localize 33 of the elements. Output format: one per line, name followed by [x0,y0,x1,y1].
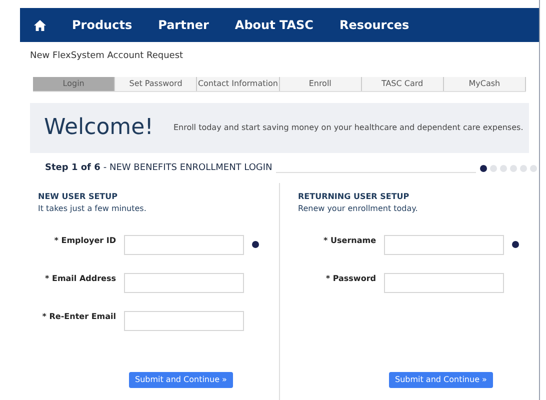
nav-link[interactable]: Resources [340,16,410,34]
nav-link[interactable]: About TASC [234,16,314,34]
step-tab[interactable]: Set Password [115,76,198,90]
info-icon[interactable] [512,241,519,248]
nav-link[interactable]: Products [72,16,132,34]
welcome-heading: Welcome! [44,114,154,142]
section-heading: RETURNING USER SETUP [298,191,410,203]
section-subheading: Renew your enrollment today. [298,203,419,215]
step-tab[interactable]: TASC Card [362,76,444,90]
input-field[interactable] [124,235,244,255]
info-icon[interactable] [252,241,259,248]
input-field[interactable] [124,273,244,293]
step-title: - NEW BENEFITS ENROLLMENT LOGIN [103,162,272,174]
home-icon[interactable] [34,20,46,30]
field-label: * Re-Enter Email [41,311,117,323]
step-tab[interactable]: Enroll [280,76,362,90]
submit-button[interactable]: Submit and Continue » [389,372,493,388]
nav-link[interactable]: Partner [158,16,209,34]
input-field[interactable] [124,311,244,331]
field-label: * Employer ID [53,235,117,247]
section-heading: NEW USER SETUP [38,191,118,203]
step-tab[interactable]: Contact Information [197,76,280,90]
submit-button[interactable]: Submit and Continue » [129,372,233,388]
section-subheading: It takes just a few minutes. [38,203,148,215]
banner-text: Enroll today and start saving money on your healthcare and dependent care expenses. [173,122,524,134]
step-number: Step 1 of 6 [45,162,100,174]
page-title: New FlexSystem Account Request [30,50,184,63]
input-field[interactable] [384,273,504,293]
field-label: * Email Address [44,273,117,285]
field-label: * Password [324,273,377,285]
input-field[interactable] [384,235,504,255]
step-tab[interactable]: MyCash [444,76,526,90]
field-label: * Username [322,235,377,247]
